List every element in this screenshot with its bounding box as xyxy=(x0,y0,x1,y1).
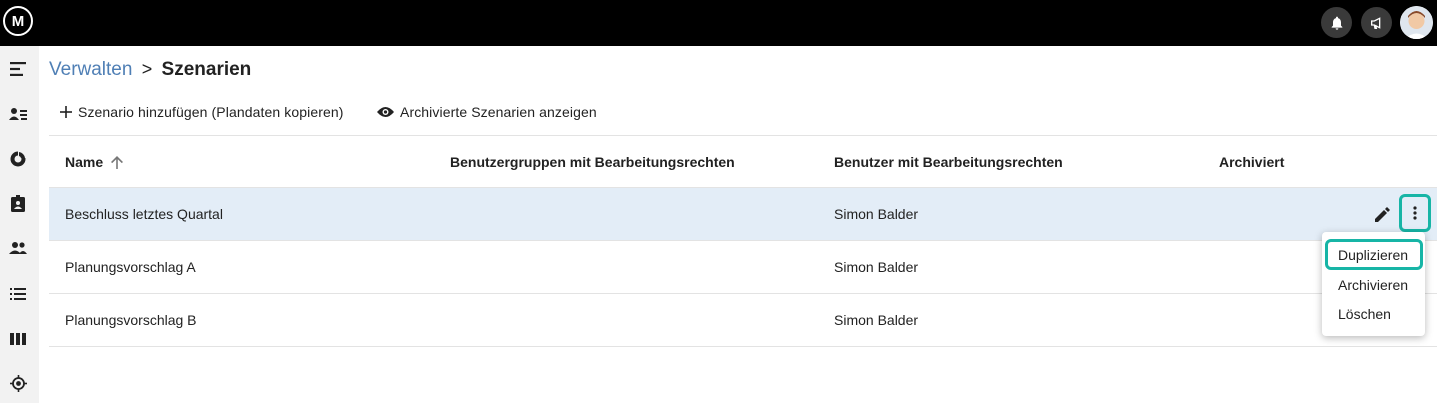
add-scenario-label: Szenario hinzufügen (Plandaten kopieren) xyxy=(78,104,344,120)
columns-icon[interactable] xyxy=(9,330,27,348)
show-archived-label: Archivierte Szenarien anzeigen xyxy=(400,104,597,120)
table-row[interactable]: Beschluss letztes Quartal Simon Balder xyxy=(49,188,1437,241)
sort-ascending-icon[interactable] xyxy=(111,155,124,169)
column-header-name[interactable]: Name xyxy=(65,136,124,188)
megaphone-icon[interactable] xyxy=(1361,7,1392,38)
bell-icon[interactable] xyxy=(1321,7,1352,38)
contacts-icon[interactable] xyxy=(9,105,27,123)
cell-name: Planungsvorschlag A xyxy=(65,259,196,275)
page-title: Szenarien xyxy=(161,59,252,80)
plus-icon xyxy=(60,106,72,118)
breadcrumb: Verwalten > Szenarien xyxy=(49,57,251,82)
eye-icon xyxy=(377,107,394,117)
chart-donut-icon[interactable] xyxy=(9,150,27,168)
app-logo[interactable]: M xyxy=(3,6,33,36)
column-header-groups[interactable]: Benutzergruppen mit Bearbeitungsrechten xyxy=(450,136,735,188)
sidebar xyxy=(0,46,39,403)
list-icon[interactable] xyxy=(9,285,27,303)
show-archived-button[interactable]: Archivierte Szenarien anzeigen xyxy=(377,101,597,123)
cell-name: Planungsvorschlag B xyxy=(65,312,197,328)
user-avatar[interactable] xyxy=(1400,6,1433,39)
table-row[interactable]: Planungsvorschlag B Simon Balder xyxy=(49,294,1437,347)
cell-name: Beschluss letztes Quartal xyxy=(65,206,223,222)
add-scenario-button[interactable]: Szenario hinzufügen (Plandaten kopieren) xyxy=(60,101,344,123)
menu-item-duplicate[interactable]: Duplizieren xyxy=(1325,239,1423,270)
badge-icon[interactable] xyxy=(9,194,27,212)
menu-collapse-icon[interactable] xyxy=(9,60,27,78)
table-header: Name Benutzergruppen mit Bearbeitungsrec… xyxy=(49,135,1437,188)
context-menu: Duplizieren Archivieren Löschen xyxy=(1322,232,1425,336)
cell-users: Simon Balder xyxy=(834,206,919,222)
cell-users: Simon Balder xyxy=(834,312,919,328)
column-header-archived[interactable]: Archiviert xyxy=(1219,136,1284,188)
menu-item-delete[interactable]: Löschen xyxy=(1322,299,1425,328)
more-vert-icon xyxy=(1413,206,1417,220)
cell-users: Simon Balder xyxy=(834,259,919,275)
target-icon[interactable] xyxy=(9,374,27,392)
breadcrumb-parent-link[interactable]: Verwalten xyxy=(49,59,132,80)
more-options-button[interactable] xyxy=(1399,194,1431,232)
top-bar: M xyxy=(0,0,1437,46)
group-icon[interactable] xyxy=(9,239,27,257)
column-header-users[interactable]: Benutzer mit Bearbeitungsrechten xyxy=(834,136,1063,188)
edit-icon[interactable] xyxy=(1372,204,1392,224)
menu-item-archive[interactable]: Archivieren xyxy=(1322,270,1425,299)
breadcrumb-separator: > xyxy=(141,59,153,79)
table-row[interactable]: Planungsvorschlag A Simon Balder xyxy=(49,241,1437,294)
scenarios-table: Name Benutzergruppen mit Bearbeitungsrec… xyxy=(49,135,1437,347)
